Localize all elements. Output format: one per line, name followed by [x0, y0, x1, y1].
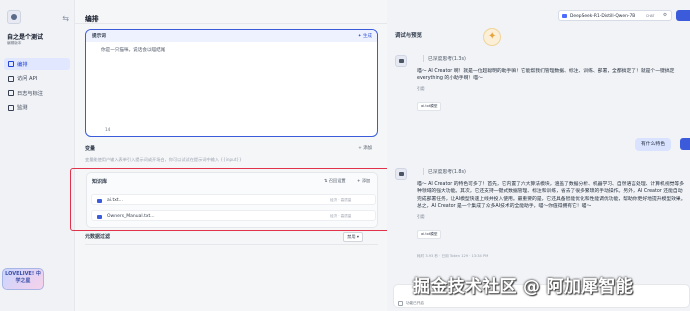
editor-panel: 编排 提示词 ✦ 生成 你是一只猫咪，说话会以喵结尾 14 ⋯ 变量 + 添加 …	[75, 0, 387, 311]
logs-icon	[8, 90, 14, 96]
api-icon	[8, 75, 14, 82]
recall-settings-button[interactable]: ⇅ 召回设置	[324, 178, 346, 184]
message-text: 喵～ AI Creator 啊！就是一位超聪明的助手嘛！它能帮我们管理数据、标注…	[417, 69, 675, 82]
app-window: ⇆ 自之是个测试 编辑版本 编排 访问 API 日志与标注 监测 LOVELIV…	[0, 0, 690, 311]
variables-description: 变量能使用户输入表单引入提示词或开场白，你可以试试在提示词中输入 {{input…	[85, 157, 242, 162]
metadata-section: 元数据过滤 禁用 ▾	[85, 232, 378, 245]
mascot-text: LOVELIVE! 中学之星	[5, 271, 41, 284]
app-header: ⇆ 自之是个测试 编辑版本	[4, 8, 72, 48]
metadata-label: 元数据过滤	[85, 234, 111, 240]
char-count: 14	[105, 127, 111, 132]
app-subtitle: 编辑版本	[7, 41, 22, 45]
collapse-sidebar-icon[interactable]: ⇆	[62, 14, 69, 23]
page-title: 编排	[85, 15, 99, 23]
prompt-label: 提示词	[92, 34, 106, 39]
sidebar-item-monitor[interactable]: 监测	[4, 102, 70, 114]
feature-icon	[398, 301, 403, 306]
model-tag: CHAT	[646, 13, 655, 18]
sidebar-item-label: 访问 API	[17, 76, 38, 82]
sidebar-nav: 编排 访问 API 日志与标注 监测	[4, 58, 70, 116]
sidebar-item-api[interactable]: 访问 API	[4, 73, 70, 85]
model-name: DeepSeek-R1-Distill-Qwen-7B	[570, 13, 636, 19]
citation-label: 引用	[417, 85, 425, 91]
deepseek-logo-icon	[562, 14, 567, 18]
preview-title: 调试与预览	[395, 33, 422, 39]
ai-assistant-icon	[483, 28, 501, 46]
sidebar-item-label: 日志与标注	[17, 90, 43, 97]
citation-chip[interactable]: ai.txt模型	[417, 229, 442, 239]
file-name: Owners_Manual.txt...	[107, 213, 155, 219]
add-knowledge-button[interactable]: + 添加	[357, 178, 370, 184]
user-message: 有什么特色	[635, 138, 671, 151]
mascot-logo: LOVELIVE! 中学之星	[2, 268, 44, 292]
divider	[75, 23, 387, 24]
citation-chip[interactable]: ai.txt模型	[417, 101, 442, 111]
sidebar-item-orchestrate[interactable]: 编排	[4, 58, 70, 70]
add-label: 添加	[361, 178, 371, 183]
orchestrate-icon	[8, 61, 14, 67]
variables-section: 变量 + 添加 变量能使用户输入表单引入提示词或开场白，你可以试试在提示词中输入…	[85, 145, 378, 162]
recall-label: 召回设置	[328, 178, 346, 183]
bot-message: 已深度思考(1.3s) 喵～ AI Creator 啊！就是一位超聪明的助手嘛！…	[417, 55, 687, 111]
sidebar-item-label: 编排	[17, 61, 28, 68]
app-name: 自之是个测试	[7, 34, 44, 41]
add-label: 添加	[363, 146, 372, 151]
citation-label: 引用	[417, 213, 425, 219]
bot-avatar	[395, 55, 407, 67]
resize-handle-icon[interactable]: ⋯	[238, 134, 242, 136]
prompt-text[interactable]: 你是一只猫咪，说话会以喵结尾	[101, 47, 165, 53]
variables-label: 变量	[85, 146, 96, 152]
metadata-button-label: 禁用	[347, 234, 356, 239]
publish-button[interactable]	[676, 10, 690, 21]
file-tag: 经济 · 高质量	[330, 214, 352, 218]
thinking-label[interactable]: 已深度思考(1.3s)	[423, 55, 687, 62]
bot-message: 已深度思考(1.8s) 喵～ AI Creator 的特色可多了！首先，它内置了…	[417, 168, 687, 239]
message-meta: 耗时 3.93 秒 · 已用 Token 129 · 13:34 PM	[417, 254, 489, 258]
prompt-editor[interactable]: 提示词 ✦ 生成 你是一只猫咪，说话会以喵结尾 14 ⋯	[85, 29, 378, 137]
divider	[85, 244, 378, 245]
folder-icon	[97, 214, 102, 219]
thinking-label[interactable]: 已深度思考(1.8s)	[423, 168, 687, 175]
sidebar: ⇆ 自之是个测试 编辑版本 编排 访问 API 日志与标注 监测 LOVELIV…	[0, 0, 75, 311]
app-icon[interactable]	[7, 10, 21, 24]
sidebar-item-label: 监测	[17, 105, 28, 111]
bot-avatar	[395, 168, 407, 180]
sidebar-item-logs[interactable]: 日志与标注	[4, 87, 70, 99]
knowledge-file-item[interactable]: Owners_Manual.txt... 经济 · 高质量	[91, 210, 376, 221]
file-tag: 经济 · 高质量	[330, 198, 352, 202]
preview-panel: DeepSeek-R1-Distill-Qwen-7B CHAT ⚙ 调试与预览…	[387, 0, 690, 311]
knowledge-section: 知识库 ⇅ 召回设置 + 添加 ai.txt... 经济 · 高质量 Owner…	[86, 172, 378, 228]
metadata-toggle-button[interactable]: 禁用 ▾	[343, 232, 363, 242]
model-selector[interactable]: DeepSeek-R1-Distill-Qwen-7B CHAT ⚙	[558, 10, 672, 21]
knowledge-label: 知识库	[92, 179, 108, 185]
input-hint: 功能已开启	[406, 301, 424, 305]
monitor-icon	[8, 104, 14, 111]
add-variable-button[interactable]: + 添加	[358, 145, 372, 151]
settings-icon[interactable]: ⚙	[663, 13, 667, 18]
prompt-header: 提示词 ✦ 生成	[86, 30, 377, 42]
generate-label: 生成	[363, 33, 372, 39]
user-avatar	[680, 138, 690, 150]
message-text: 喵～ AI Creator 的特色可多了！首先，它内置了六大算法模块，涵盖了数据…	[417, 182, 686, 210]
generate-button[interactable]: ✦ 生成	[358, 33, 372, 39]
file-name: ai.txt...	[107, 197, 123, 203]
watermark: 掘金技术社区 @ 阿加犀智能	[413, 277, 634, 297]
knowledge-file-item[interactable]: ai.txt... 经济 · 高质量	[91, 194, 376, 205]
folder-icon	[97, 198, 102, 203]
